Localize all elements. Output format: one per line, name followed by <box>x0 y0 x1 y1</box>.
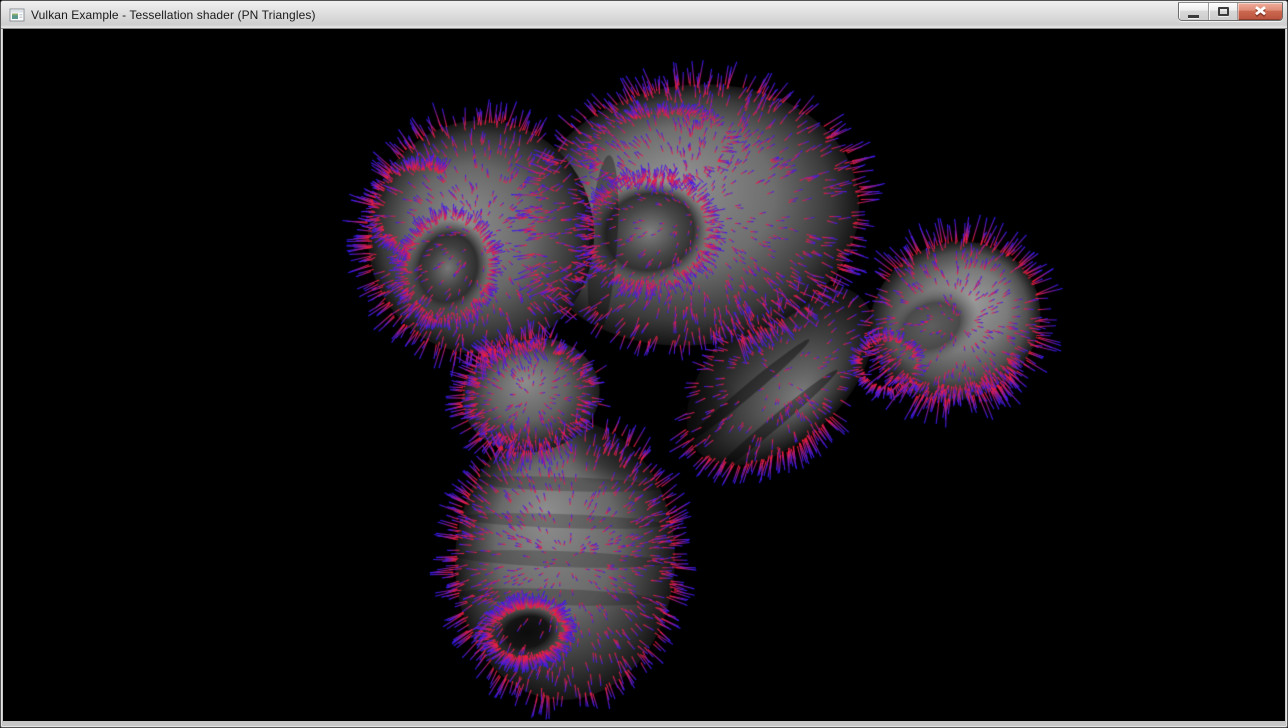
render-client-area <box>3 29 1285 721</box>
app-icon[interactable] <box>9 7 25 23</box>
render-canvas[interactable] <box>3 29 1285 721</box>
close-button[interactable] <box>1237 3 1282 20</box>
minimize-icon <box>1188 15 1199 18</box>
minimize-button[interactable] <box>1179 3 1208 20</box>
maximize-button[interactable] <box>1208 3 1237 20</box>
app-icon-image <box>9 7 25 23</box>
app-window: Vulkan Example - Tessellation shader (PN… <box>0 0 1288 728</box>
maximize-icon <box>1218 7 1229 16</box>
window-title: Vulkan Example - Tessellation shader (PN… <box>31 8 316 22</box>
titlebar[interactable]: Vulkan Example - Tessellation shader (PN… <box>1 1 1287 29</box>
window-controls <box>1178 2 1283 21</box>
close-icon <box>1254 6 1267 17</box>
